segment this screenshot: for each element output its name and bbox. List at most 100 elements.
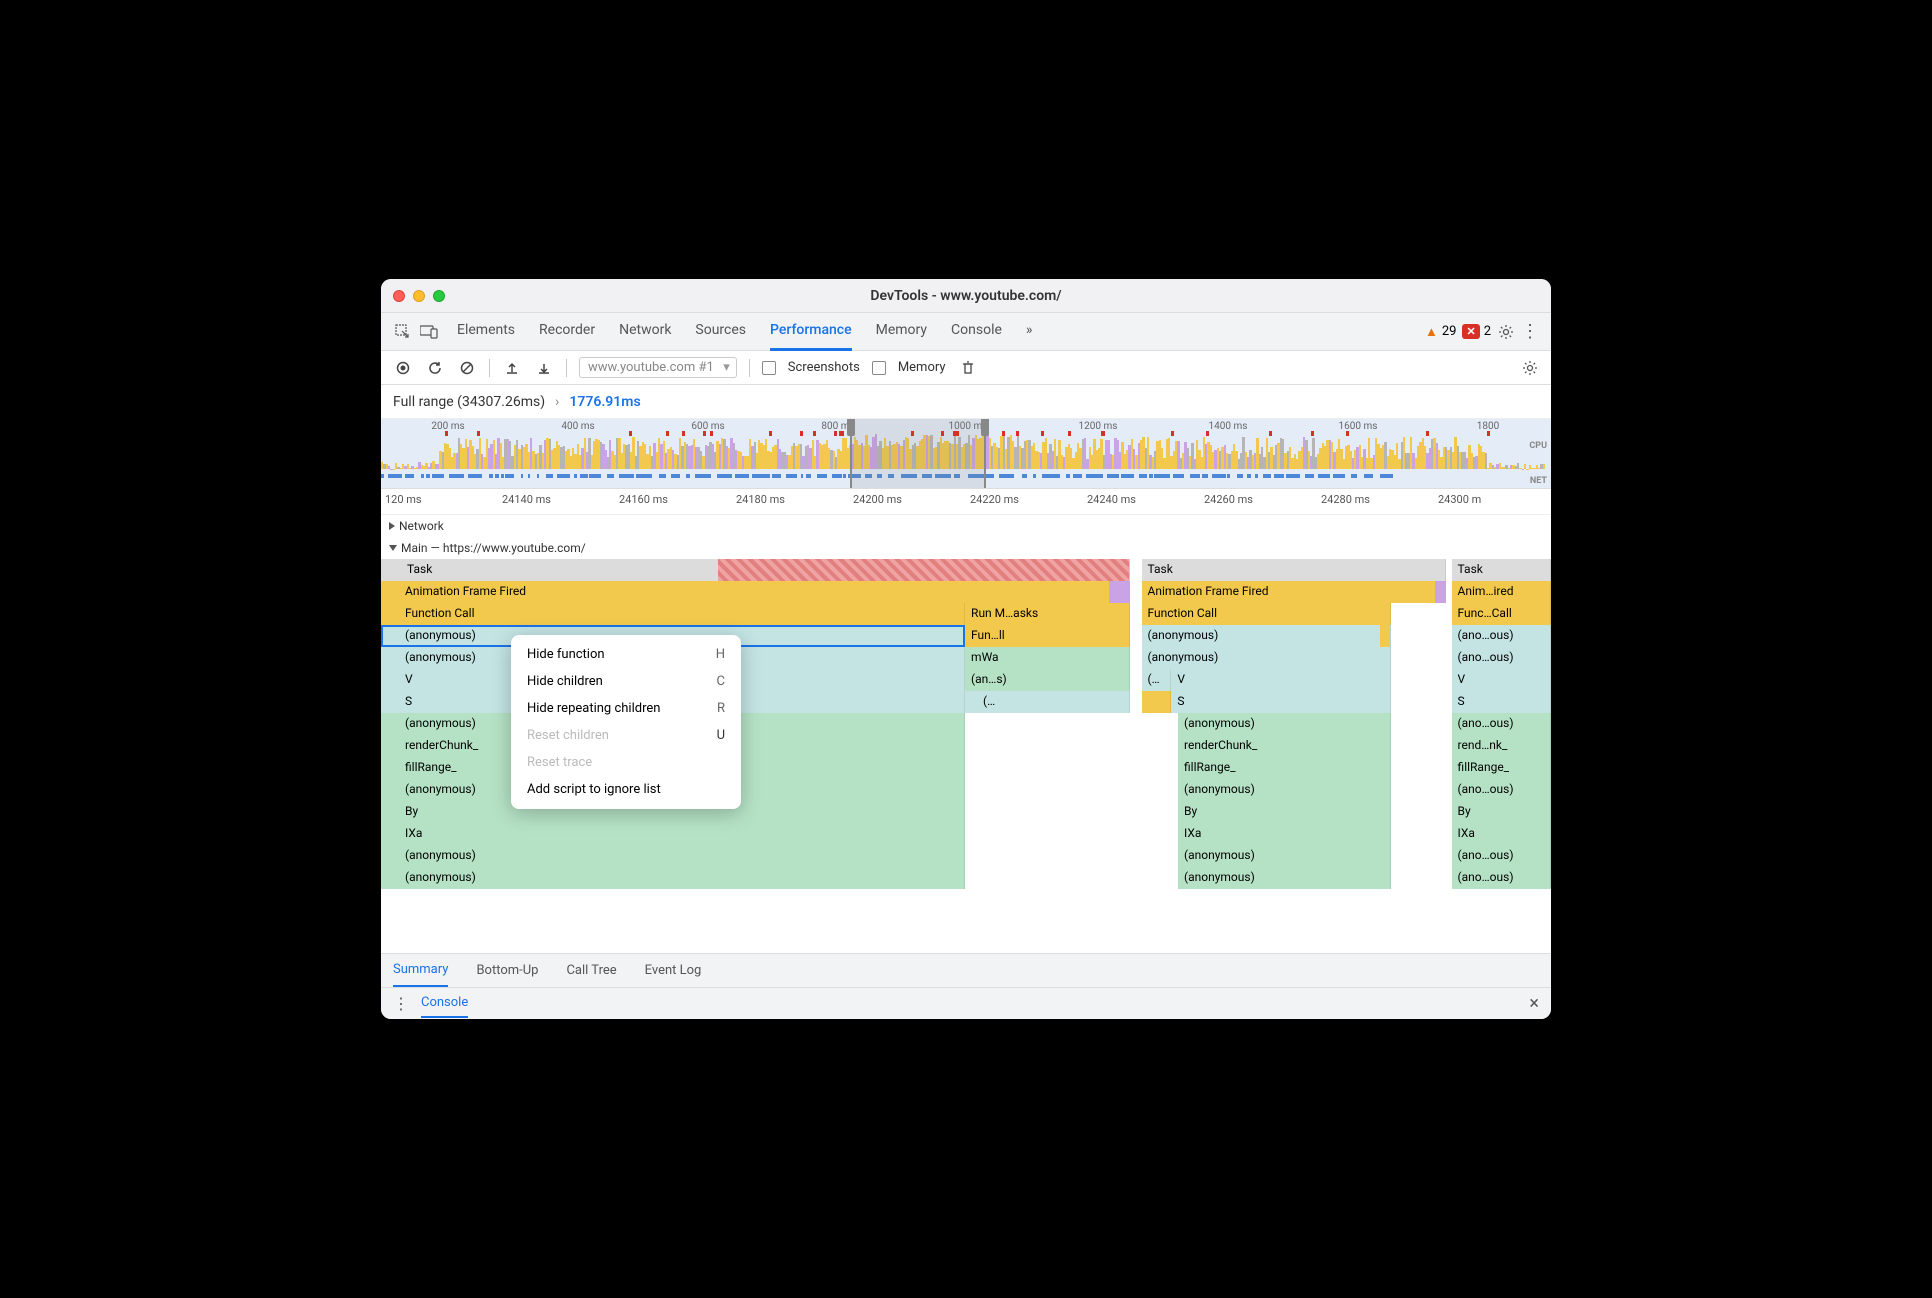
flame-fillrange[interactable]: fillRange_	[1178, 757, 1391, 779]
flame-anonymous[interactable]: (anonymous)	[1142, 625, 1391, 647]
flame-animation-frame[interactable]: Animation Frame Fired	[1142, 581, 1446, 603]
download-icon[interactable]	[534, 358, 554, 378]
inspect-icon[interactable]	[393, 322, 413, 342]
flame-renderchunk[interactable]: renderChunk_	[1178, 735, 1391, 757]
flame-s[interactable]: S	[1452, 691, 1551, 713]
flame-v[interactable]: V	[1171, 669, 1391, 691]
flame-task[interactable]: Task	[381, 559, 1130, 581]
dt-tick: 24300 m	[1434, 489, 1551, 514]
errors-badge[interactable]: ✕ 2	[1462, 324, 1491, 339]
close-icon[interactable]: ×	[1529, 993, 1539, 1014]
flame-ixa[interactable]: IXa	[1452, 823, 1551, 845]
tab-memory[interactable]: Memory	[876, 312, 927, 351]
range-full[interactable]: Full range (34307.26ms)	[393, 394, 545, 410]
flame-ano-short[interactable]: (ano…ous)	[1452, 625, 1551, 647]
flame-paren[interactable]: (…	[1142, 669, 1172, 691]
flame-ans[interactable]: (an…s)	[965, 669, 1130, 691]
flame-anonymous[interactable]: (anonymous)	[1178, 779, 1391, 801]
flame-v[interactable]: V	[1452, 669, 1551, 691]
dt-tick: 24180 ms	[732, 489, 849, 514]
context-menu: Hide functionH Hide childrenC Hide repea…	[511, 635, 741, 809]
flame-ano-short[interactable]: (ano…ous)	[1452, 845, 1551, 867]
ctx-hide-children[interactable]: Hide childrenC	[511, 668, 741, 695]
flame-s[interactable]: S	[1171, 691, 1391, 713]
detail-ticks: 120 ms 24140 ms 24160 ms 24180 ms 24200 …	[381, 489, 1551, 515]
flame-paren[interactable]: (…	[965, 691, 1130, 713]
flame-animation-frame[interactable]: Animation Frame Fired	[381, 581, 1130, 603]
overview-selection[interactable]	[850, 419, 986, 488]
flame-chart-area[interactable]: Network Main — https://www.youtube.com/ …	[381, 515, 1551, 953]
tab-sources[interactable]: Sources	[695, 312, 746, 351]
flame-anonymous[interactable]: (anonymous)	[1178, 713, 1391, 735]
btab-summary[interactable]: Summary	[393, 954, 448, 987]
flame-by[interactable]: By	[1452, 801, 1551, 823]
tab-recorder[interactable]: Recorder	[539, 312, 595, 351]
flame-by[interactable]: By	[1178, 801, 1391, 823]
ctx-reset-trace: Reset trace	[511, 749, 741, 776]
main-track-header[interactable]: Main — https://www.youtube.com/	[381, 537, 1551, 559]
clear-button[interactable]	[457, 358, 477, 378]
reload-button[interactable]	[425, 358, 445, 378]
console-kebab-icon[interactable]: ⋮	[393, 994, 409, 1013]
dt-tick: 24260 ms	[1200, 489, 1317, 514]
flame-ano-short[interactable]: (ano…ous)	[1452, 647, 1551, 669]
tab-more[interactable]: »	[1026, 312, 1033, 351]
btab-event-log[interactable]: Event Log	[645, 955, 702, 986]
overview-timeline[interactable]: 200 ms 400 ms 600 ms 800 ms 1000 ms 1200…	[381, 419, 1551, 489]
ctx-add-ignore[interactable]: Add script to ignore list	[511, 776, 741, 803]
recording-select[interactable]: www.youtube.com #1	[579, 357, 737, 378]
memory-checkbox[interactable]	[872, 361, 886, 375]
selection-handle-left[interactable]	[847, 419, 855, 436]
console-tab[interactable]: Console	[421, 989, 468, 1018]
flame-anim-short[interactable]: Anim…ired	[1452, 581, 1551, 603]
tab-performance[interactable]: Performance	[770, 312, 852, 351]
flame-ano-short[interactable]: (ano…ous)	[1452, 867, 1551, 889]
flame-mwa[interactable]: mWa	[965, 647, 1130, 669]
flame-run-tasks[interactable]: Run M…asks	[965, 603, 1130, 625]
main-toolbar: Elements Recorder Network Sources Perfor…	[381, 313, 1551, 351]
warnings-badge[interactable]: ▲ 29	[1425, 324, 1457, 340]
flame-task[interactable]: Task	[1452, 559, 1551, 581]
upload-icon[interactable]	[502, 358, 522, 378]
flame-spacer[interactable]	[1142, 691, 1172, 713]
flame-ano-short[interactable]: (ano…ous)	[1452, 713, 1551, 735]
selection-handle-right[interactable]	[981, 419, 989, 436]
record-button[interactable]	[393, 358, 413, 378]
ctx-hide-function[interactable]: Hide functionH	[511, 641, 741, 668]
flame-ixa[interactable]: IXa	[381, 823, 965, 845]
tab-network[interactable]: Network	[619, 312, 671, 351]
kebab-menu-icon[interactable]: ⋮	[1521, 321, 1539, 342]
btab-call-tree[interactable]: Call Tree	[566, 955, 616, 986]
flame-function-call[interactable]: Function Call	[381, 603, 965, 625]
flame-anonymous[interactable]: (anonymous)	[1142, 647, 1391, 669]
settings-icon[interactable]	[1497, 323, 1515, 341]
tab-elements[interactable]: Elements	[457, 312, 515, 351]
dt-tick: 24160 ms	[615, 489, 732, 514]
chevron-right-icon: ›	[555, 394, 559, 410]
range-breadcrumb: Full range (34307.26ms) › 1776.91ms	[381, 385, 1551, 419]
flame-task[interactable]: Task	[1142, 559, 1446, 581]
flame-fillrange[interactable]: fillRange_	[1452, 757, 1551, 779]
device-icon[interactable]	[419, 322, 439, 342]
flame-anonymous[interactable]: (anonymous)	[381, 845, 965, 867]
performance-toolbar: www.youtube.com #1 Screenshots Memory	[381, 351, 1551, 385]
flame-anonymous[interactable]: (anonymous)	[1178, 867, 1391, 889]
titlebar: DevTools - www.youtube.com/	[381, 279, 1551, 313]
perf-settings-icon[interactable]	[1521, 359, 1539, 377]
network-track-header[interactable]: Network	[381, 515, 1551, 537]
gc-icon[interactable]	[958, 358, 978, 378]
range-selected[interactable]: 1776.91ms	[569, 394, 640, 410]
ctx-hide-repeating[interactable]: Hide repeating childrenR	[511, 695, 741, 722]
flame-func-short[interactable]: Func…Call	[1452, 603, 1551, 625]
flame-function-call[interactable]: Function Call	[1142, 603, 1391, 625]
flame-fun[interactable]: Fun…ll	[965, 625, 1130, 647]
flame-anonymous[interactable]: (anonymous)	[1178, 845, 1391, 867]
flame-rend-short[interactable]: rend…nk_	[1452, 735, 1551, 757]
flame-ano-short[interactable]: (ano…ous)	[1452, 779, 1551, 801]
tab-console[interactable]: Console	[951, 312, 1002, 351]
screenshots-checkbox[interactable]	[762, 361, 776, 375]
flame-ixa[interactable]: IXa	[1178, 823, 1391, 845]
flame-anonymous[interactable]: (anonymous)	[381, 867, 965, 889]
flame-chart[interactable]: Task Animation Frame Fired Function Call…	[381, 559, 1551, 889]
btab-bottom-up[interactable]: Bottom-Up	[476, 955, 538, 986]
